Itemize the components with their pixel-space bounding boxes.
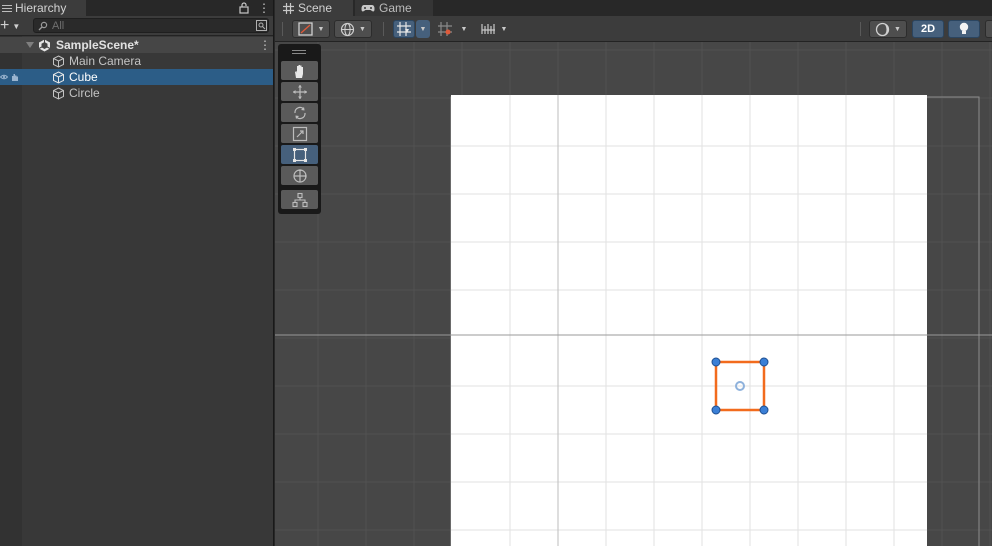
- list-icon: [2, 4, 12, 13]
- lock-icon[interactable]: [239, 2, 249, 14]
- search-input[interactable]: [52, 19, 242, 32]
- chevron-down-icon: ▼: [317, 25, 325, 33]
- plus-icon: +: [0, 17, 10, 34]
- mode-2d-button[interactable]: 2D: [912, 20, 944, 38]
- scene-panel: Scene Game ▼ ▼ ▼ ▼ ▼ ▼ 2D: [275, 0, 992, 546]
- drag-handle-icon[interactable]: [292, 50, 306, 54]
- rect-tool-button[interactable]: [281, 145, 318, 164]
- grid-icon: [283, 2, 294, 14]
- transform-tool-button[interactable]: [281, 166, 318, 185]
- increment-snap-button[interactable]: [434, 20, 456, 38]
- camera-canvas: [451, 95, 927, 546]
- scale-tool-button[interactable]: [281, 124, 318, 143]
- hand-icon: [294, 64, 303, 78]
- move-icon: [292, 84, 307, 99]
- globe-icon: [340, 22, 355, 36]
- hierarchy-item-label: Main Camera: [69, 54, 142, 68]
- scene-toolbar: ▼ ▼ ▼ ▼ ▼ ▼ 2D: [275, 16, 992, 42]
- chevron-down-icon: ▼: [12, 21, 21, 31]
- toolbar-separator: [860, 22, 861, 36]
- chevron-down-icon: ▼: [500, 25, 508, 33]
- gameobject-cube-icon: [53, 87, 64, 100]
- hierarchy-tab-strip: Hierarchy ⋮: [0, 0, 273, 16]
- unity-scene-icon: [38, 39, 51, 52]
- tab-game[interactable]: Game: [355, 0, 433, 16]
- chevron-down-icon: ▼: [419, 25, 427, 33]
- gamepad-icon: [361, 4, 375, 11]
- hierarchy-panel: Hierarchy ⋮ + ▼ All SampleScene* ⋮ Main …: [0, 0, 274, 546]
- scene-viewport[interactable]: [275, 42, 992, 546]
- rotate-tool-button[interactable]: [281, 103, 318, 122]
- draw-mode-icon: [297, 22, 313, 36]
- draw-mode-button[interactable]: ▼: [292, 20, 330, 38]
- toolbar-separator: [383, 22, 384, 36]
- hierarchy-item-cube[interactable]: Cube: [0, 69, 273, 85]
- hierarchy-item-label: Circle: [69, 86, 100, 100]
- scene-name: SampleScene*: [56, 38, 139, 52]
- chevron-down-icon: ▼: [894, 25, 901, 33]
- ruler-button[interactable]: ▼: [475, 20, 513, 38]
- scene-lighting-button[interactable]: [948, 20, 980, 38]
- grid-snap-dropdown[interactable]: ▼: [416, 20, 430, 38]
- visibility-gutter: [0, 36, 22, 546]
- snap-increment-icon: [438, 22, 452, 36]
- hierarchy-toolbar: + ▼: [0, 16, 273, 36]
- gameobject-cube-icon: [53, 55, 64, 68]
- hierarchy-tree: SampleScene* ⋮ Main Camera Cube Circle: [0, 36, 273, 546]
- tab-hierarchy[interactable]: Hierarchy: [0, 0, 86, 16]
- visibility-eye-icon[interactable]: [0, 73, 8, 81]
- transform-icon: [292, 168, 307, 183]
- lightbulb-icon: [959, 22, 969, 34]
- hand-tool-button[interactable]: [281, 61, 318, 80]
- grid-snap-icon: [397, 22, 411, 36]
- scene-row[interactable]: SampleScene* ⋮: [0, 37, 273, 53]
- tab-game-label: Game: [379, 1, 412, 15]
- pickable-hand-icon[interactable]: [10, 72, 20, 82]
- rect-transform-icon: [292, 147, 307, 162]
- mode-2d-label: 2D: [920, 23, 936, 35]
- scale-icon: [292, 126, 307, 141]
- chevron-down-icon: ▼: [460, 25, 468, 33]
- move-tool-button[interactable]: [281, 82, 318, 101]
- hierarchy-tab-label: Hierarchy: [15, 1, 67, 15]
- shading-icon: [875, 22, 890, 36]
- fold-arrow-icon[interactable]: [26, 42, 34, 48]
- custom-tool-button[interactable]: [281, 190, 318, 209]
- audio-toggle-button[interactable]: [985, 20, 992, 38]
- search-by-type-icon[interactable]: [256, 20, 267, 31]
- gameobject-cube-icon: [53, 71, 64, 84]
- hierarchy-item-circle[interactable]: Circle: [0, 85, 273, 101]
- tab-scene-label: Scene: [298, 1, 333, 15]
- search-field[interactable]: [33, 18, 269, 33]
- scene-tab-strip: Scene Game: [275, 0, 992, 16]
- scene-more-icon[interactable]: ⋮: [259, 39, 271, 51]
- shading-mode-button[interactable]: ▼: [869, 20, 907, 38]
- hierarchy-item-label: Cube: [69, 70, 98, 84]
- create-button[interactable]: + ▼: [0, 17, 24, 35]
- toolbar-separator: [282, 22, 283, 36]
- gizmo-space-button[interactable]: ▼: [334, 20, 372, 38]
- increment-snap-dropdown[interactable]: ▼: [457, 20, 471, 38]
- rotate-icon: [293, 106, 306, 119]
- custom-tool-icon: [291, 192, 308, 207]
- tab-scene[interactable]: Scene: [275, 0, 353, 16]
- ruler-icon: [480, 24, 495, 34]
- more-options-icon[interactable]: ⋮: [258, 2, 270, 14]
- hierarchy-item-main-camera[interactable]: Main Camera: [0, 53, 273, 69]
- chevron-down-icon: ▼: [359, 25, 366, 33]
- grid-snap-button[interactable]: [393, 20, 415, 38]
- tools-overlay: [278, 44, 321, 214]
- search-icon: [38, 21, 48, 31]
- scene-grid: [275, 42, 992, 546]
